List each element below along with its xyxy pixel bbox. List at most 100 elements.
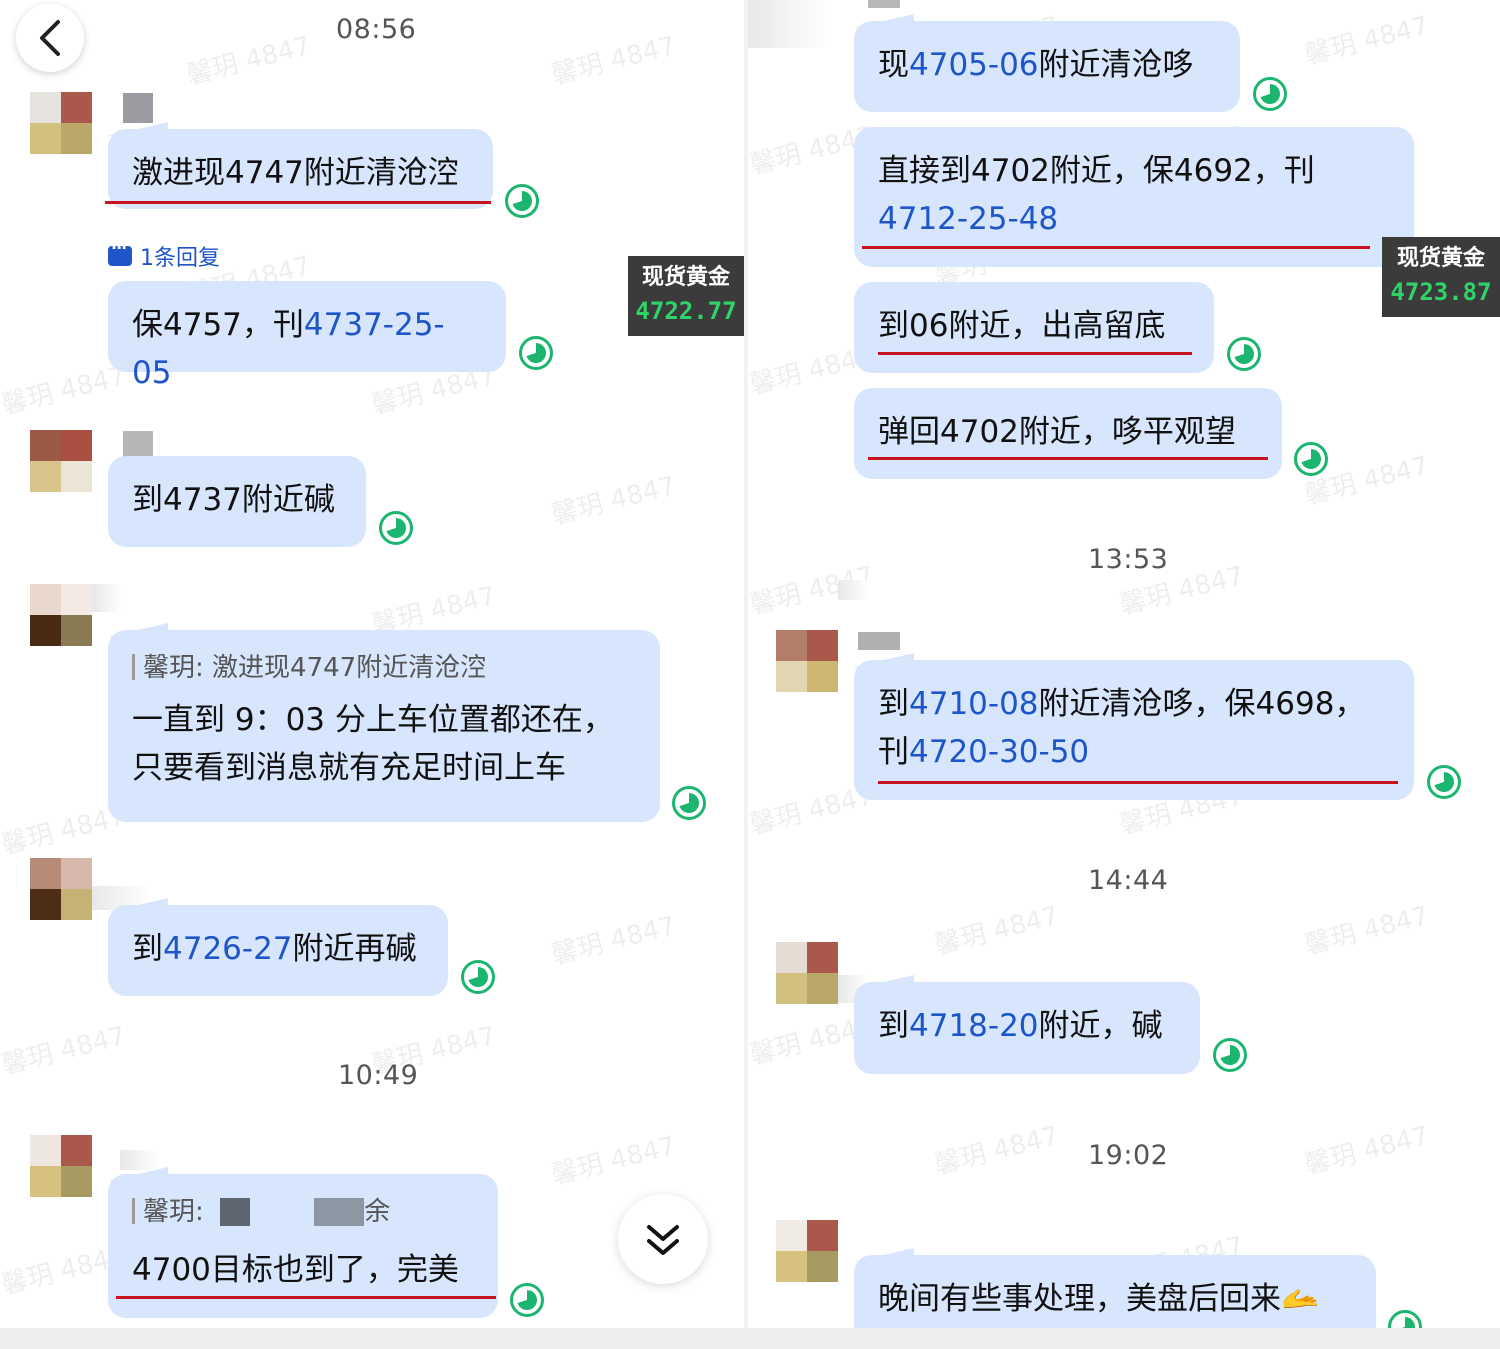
number-link[interactable]: 4710-08 (909, 686, 1039, 722)
avatar[interactable] (776, 1220, 838, 1282)
avatar[interactable] (30, 92, 92, 154)
timestamp: 13:53 (1088, 544, 1169, 575)
message-text: 激进现4747附近清沧涳 (132, 155, 459, 191)
price-value: 4722.77 (635, 297, 737, 325)
watermark: 馨玥 4847 (1301, 901, 1432, 961)
read-status-icon (1294, 442, 1328, 476)
highlight-underline (116, 1296, 496, 1299)
double-chevron-down-icon (647, 1225, 679, 1255)
read-status-icon (379, 511, 413, 545)
read-status-icon (672, 786, 706, 820)
message-text: 到06附近，出高留底 (878, 308, 1166, 344)
message-bubble[interactable]: 馨玥: 激进现4747附近清沧涳 一直到 9：03 分上车位置都还在， 只要看到… (108, 630, 660, 822)
message-text: 附近，碱 (1038, 1008, 1163, 1044)
read-status-icon (1213, 1038, 1247, 1072)
price-label: 现货黄金 (641, 265, 730, 290)
highlight-underline (878, 781, 1398, 784)
avatar[interactable] (30, 584, 92, 646)
timestamp: 08:56 (336, 14, 417, 45)
message-text: 附近再碱 (292, 931, 417, 967)
watermark: 馨玥 4847 (1301, 1121, 1432, 1181)
sender-name-blurred (838, 580, 870, 600)
number-link[interactable]: 4726-27 (163, 931, 293, 967)
read-status-icon (461, 960, 495, 994)
number-link[interactable]: 4712-25-48 (878, 195, 1390, 243)
number-link[interactable]: 4705-06 (909, 47, 1039, 83)
price-value: 4723.87 (1390, 278, 1492, 306)
read-status-icon (1427, 765, 1461, 799)
message-text: 一直到 9：03 分上车位置都还在， 只要看到消息就有充足时间上车 (132, 702, 614, 786)
back-arrow-icon (40, 20, 60, 56)
redacted-block (220, 1198, 251, 1226)
sender-name-blurred (858, 632, 900, 650)
read-status-icon (519, 336, 553, 370)
message-bubble[interactable]: 到4710-08附近清沧哆，保4698， 刊4720-30-50 (854, 660, 1414, 800)
scroll-to-bottom-button[interactable] (618, 1194, 708, 1284)
watermark: 馨玥 4847 (0, 1021, 129, 1081)
timestamp: 10:49 (338, 1060, 419, 1091)
message-bubble[interactable]: 到4737附近碱 (108, 456, 366, 547)
quote-bar (132, 1198, 135, 1224)
message-text: 附近清沧哆 (1038, 47, 1194, 83)
reply-count-link[interactable]: 1条回复 (108, 238, 220, 272)
sender-name-blurred (92, 584, 122, 612)
avatar[interactable] (30, 858, 92, 920)
watermark: 馨玥 4847 (183, 31, 314, 91)
highlight-underline (862, 246, 1370, 249)
redacted-block (314, 1198, 365, 1226)
read-status-icon (1227, 337, 1261, 371)
message-text: 晚间有些事处理，美盘后回来🫴 (878, 1281, 1320, 1317)
number-link[interactable]: 4720-30-50 (909, 734, 1089, 770)
quoted-message[interactable]: 馨玥: 余 (132, 1192, 474, 1232)
message-text: 到4710-08附近清沧哆，保4698， (878, 686, 1366, 722)
message-text: 弹回4702附近，哆平观望 (878, 414, 1236, 450)
watermark: 馨玥 4847 (931, 1121, 1062, 1181)
gold-price-widget[interactable]: 现货黄金 4722.77 (628, 256, 744, 336)
quoted-message[interactable]: 馨玥: 激进现4747附近清沧涳 (132, 648, 636, 688)
message-bubble[interactable]: 到06附近，出高留底 (854, 282, 1214, 373)
message-text: 保4757，刊 (132, 307, 304, 343)
watermark: 馨玥 4847 (1301, 11, 1432, 71)
message-text: 到 (132, 931, 163, 967)
watermark: 馨玥 4847 (931, 901, 1062, 961)
watermark: 馨玥 4847 (0, 361, 129, 421)
message-text: 现 (878, 47, 909, 83)
highlight-underline (105, 201, 491, 204)
left-chat-panel: 馨玥 4847 馨玥 4847 馨玥 4847 馨玥 4847 馨玥 4847 … (0, 0, 744, 1349)
message-text: 到4737附近碱 (132, 482, 335, 518)
price-label: 现货黄金 (1396, 246, 1485, 271)
avatar[interactable] (776, 942, 838, 1004)
avatar[interactable] (30, 430, 92, 492)
read-status-icon (1253, 77, 1287, 111)
highlight-underline (868, 457, 1268, 460)
number-link[interactable]: 4718-20 (909, 1008, 1039, 1044)
message-bubble[interactable]: 激进现4747附近清沧涳 (108, 129, 493, 209)
read-status-icon (505, 184, 539, 218)
sender-name-blurred (868, 0, 900, 8)
input-area-edge (0, 1328, 1500, 1349)
read-status-icon (510, 1283, 544, 1317)
message-bubble[interactable]: 保4757，刊4737-25-05 (108, 281, 506, 391)
message-text: 4700目标也到了，完美 (132, 1252, 459, 1288)
sender-name-blurred (120, 1150, 160, 1170)
watermark: 馨玥 4847 (548, 1131, 679, 1191)
message-text: 到 (878, 1008, 909, 1044)
message-bubble[interactable]: 到4718-20附近，碱 (854, 982, 1200, 1074)
avatar[interactable] (776, 630, 838, 692)
message-bubble[interactable]: 到4726-27附近再碱 (108, 905, 448, 996)
watermark: 馨玥 4847 (548, 31, 679, 91)
back-button[interactable] (16, 4, 84, 72)
gold-price-widget[interactable]: 现货黄金 4723.87 (1382, 237, 1500, 317)
quote-bar (132, 654, 135, 680)
message-bubble[interactable]: 弹回4702附近，哆平观望 (854, 388, 1282, 479)
avatar[interactable] (30, 1135, 92, 1197)
watermark: 馨玥 4847 (548, 471, 679, 531)
timestamp: 19:02 (1088, 1140, 1169, 1171)
message-bubble[interactable]: 现4705-06附近清沧哆 (854, 21, 1240, 112)
highlight-underline (878, 352, 1192, 355)
avatar-blurred (748, 0, 828, 48)
message-text: 直接到4702附近，保4692，刊 (878, 153, 1315, 189)
watermark: 馨玥 4847 (548, 911, 679, 971)
comment-icon (108, 238, 132, 266)
timestamp: 14:44 (1088, 865, 1169, 896)
